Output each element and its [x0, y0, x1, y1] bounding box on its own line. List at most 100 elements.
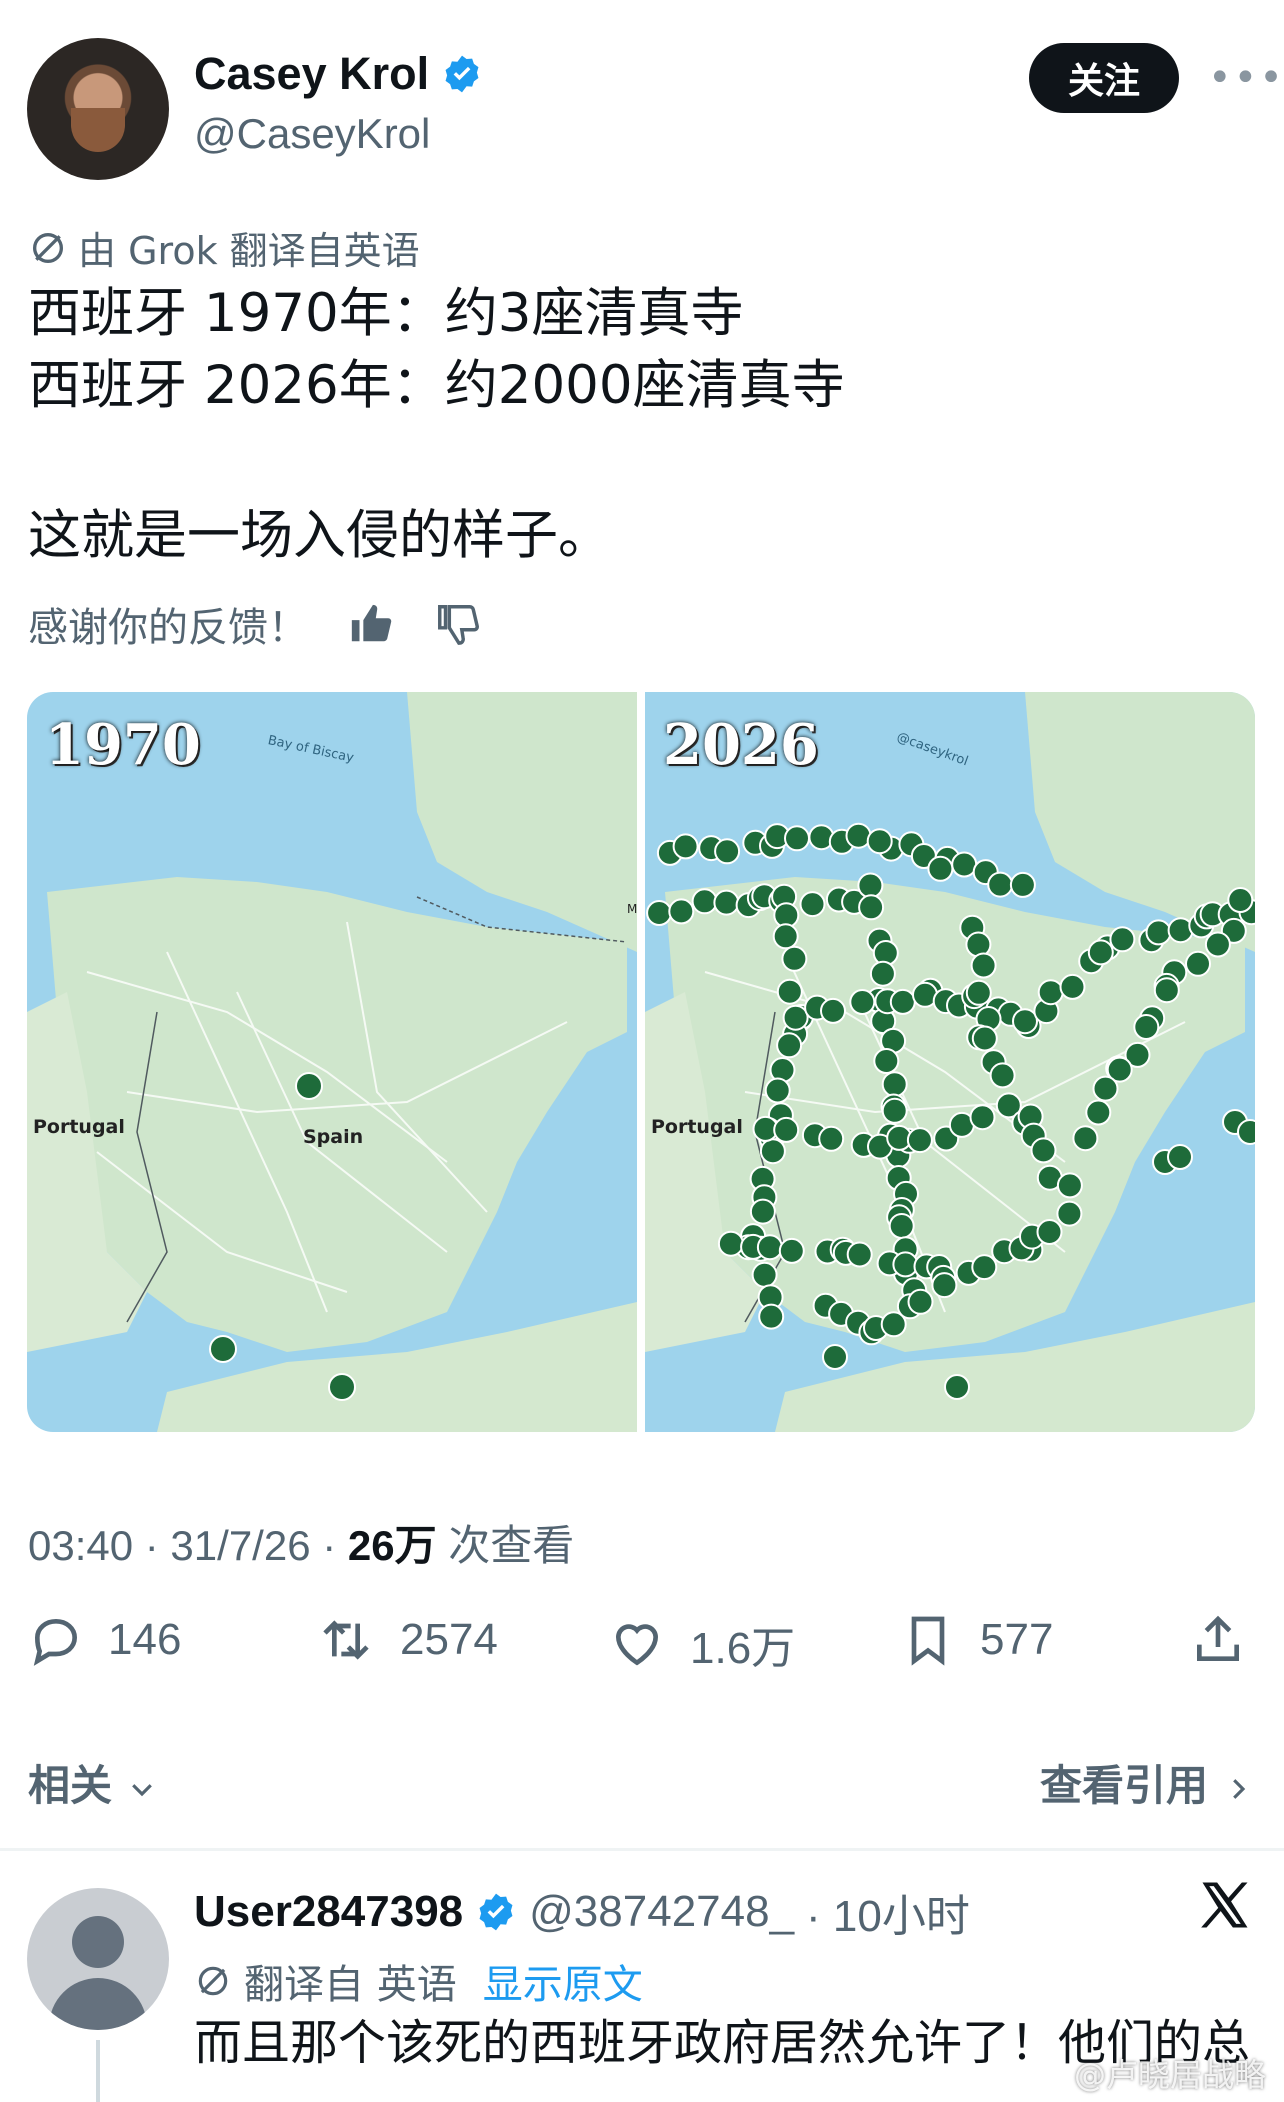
action-bar: 146 2574 1.6万 577 — [28, 1612, 1258, 1692]
mosque-marker — [849, 989, 876, 1015]
repost-icon — [323, 1620, 369, 1660]
mosque-marker — [1030, 1137, 1057, 1164]
mosque-marker — [1153, 977, 1180, 1004]
repost-action[interactable]: 2574 — [316, 1612, 498, 1668]
reply-author-name[interactable]: User2847398 — [194, 1887, 463, 1937]
mosque-marker — [1087, 939, 1114, 966]
reply-header: User2847398 @38742748_ · 10小时 — [194, 1880, 970, 1944]
mosque-marker — [1133, 1014, 1160, 1040]
like-count: 1.6万 — [690, 1624, 796, 1673]
mosque-marker — [846, 1241, 873, 1268]
mosque-marker — [1085, 1099, 1112, 1126]
mosque-marker — [1237, 1119, 1255, 1145]
quotes-label: 查看引用 — [1040, 1761, 1209, 1810]
weibo-logo-icon — [1032, 2066, 1061, 2086]
share-icon — [1197, 1615, 1239, 1661]
mosque-marker — [822, 1344, 848, 1370]
author-handle[interactable]: @CaseyKrol — [194, 110, 430, 158]
mosque-marker — [209, 1335, 237, 1363]
thread-line — [96, 2040, 100, 2102]
mosque-marker — [1185, 950, 1211, 977]
mosque-marker — [845, 822, 872, 849]
mosque-marker — [764, 1077, 791, 1104]
mosque-marker — [965, 979, 992, 1006]
view-quotes-link[interactable]: 查看引用 — [1040, 1752, 1253, 1813]
mosque-marker — [781, 945, 808, 972]
mosque-marker — [713, 889, 740, 916]
mosque-markers-2026 — [646, 822, 1255, 1400]
mosque-marker — [927, 855, 954, 882]
map-1970: 1970 Bay of Biscay Portugal Spain M — [27, 692, 637, 1432]
like-action[interactable]: 1.6万 — [608, 1612, 795, 1676]
mosque-marker — [858, 894, 885, 921]
mosque-marker — [881, 1071, 908, 1098]
translation-note: 由 Grok 翻译自英语 — [28, 220, 420, 275]
more-options-icon[interactable]: ••• — [1208, 55, 1284, 101]
mosque-marker — [1109, 926, 1136, 953]
reply-translation-note: 翻译自 英语 — [244, 1962, 457, 2008]
mosque-marker — [691, 888, 718, 915]
mosque-marker — [1204, 931, 1231, 958]
mosque-marker — [1072, 1125, 1099, 1152]
reply-avatar[interactable] — [27, 1888, 169, 2030]
mosque-marker — [987, 871, 1014, 898]
watermark-text: @卢晓居战略 — [1074, 2056, 1267, 2094]
feedback-text: 感谢你的反馈！ — [28, 605, 308, 651]
map-2026: 2026 @caseykrol Portugal M — [645, 692, 1255, 1432]
mosque-marker — [1056, 1172, 1083, 1199]
mosque-marker — [717, 1230, 744, 1257]
bookmark-action[interactable]: 577 — [900, 1612, 1053, 1668]
reply-count: 146 — [108, 1615, 182, 1664]
author-name[interactable]: Casey Krol — [194, 48, 429, 100]
mosque-marker — [818, 1125, 845, 1152]
translate-icon — [33, 232, 63, 263]
mosque-marker — [889, 988, 916, 1015]
translation-note-text: 由 Grok 翻译自英语 — [78, 229, 420, 273]
reply-icon — [33, 1618, 78, 1666]
author-avatar[interactable] — [27, 38, 169, 180]
mosque-marker — [1167, 1144, 1193, 1170]
mosque-marker — [869, 960, 896, 987]
mosque-marker — [749, 1198, 776, 1225]
mosque-marker — [820, 997, 846, 1024]
mosque-marker — [971, 1025, 998, 1052]
mosque-marker — [969, 1104, 996, 1131]
mosque-marker — [759, 1138, 786, 1165]
views-count: 26万 — [347, 1522, 437, 1569]
mosque-marker — [776, 1032, 803, 1059]
related-label: 相关 — [28, 1761, 113, 1810]
share-action[interactable] — [1190, 1612, 1246, 1668]
translate-icon — [198, 1966, 228, 1996]
mosque-marker — [970, 952, 997, 979]
mosque-marker — [1036, 1219, 1063, 1245]
mosque-marker — [881, 1097, 908, 1124]
media-image[interactable]: 1970 Bay of Biscay Portugal Spain M 2026… — [27, 692, 1255, 1432]
mosque-marker — [1056, 1200, 1083, 1227]
reply-translation-row: 翻译自 英语 显示原文 — [194, 1952, 643, 2010]
timestamp[interactable]: 03:40 · 31/7/26 · — [28, 1522, 348, 1569]
follow-button[interactable]: 关注 — [1029, 43, 1179, 113]
verified-badge-icon — [479, 1893, 513, 1931]
mosque-marker — [751, 1261, 778, 1288]
mosque-marker — [756, 1234, 783, 1261]
thumbs-down-icon[interactable] — [434, 601, 480, 647]
mosque-marker — [1009, 871, 1036, 898]
mosque-marker — [857, 872, 884, 899]
feedback-row: 感谢你的反馈！ — [28, 595, 480, 653]
mosque-marker — [866, 828, 893, 855]
author-name-row[interactable]: Casey Krol — [194, 48, 483, 100]
related-dropdown[interactable]: 相关 — [28, 1752, 157, 1813]
mosque-marker — [799, 891, 826, 918]
thumbs-up-icon[interactable] — [348, 601, 394, 647]
mosque-marker — [295, 1072, 323, 1100]
show-original-link[interactable]: 显示原文 — [483, 1952, 643, 2010]
mosque-marker — [873, 1048, 900, 1074]
reply-action[interactable]: 146 — [28, 1612, 181, 1668]
mosque-markers-1970 — [209, 1072, 356, 1401]
mosque-marker — [773, 1116, 800, 1143]
mosque-marker — [971, 1254, 998, 1281]
reply-author-handle[interactable]: @38742748_ — [529, 1887, 794, 1937]
mosque-marker — [944, 1374, 970, 1400]
mosque-marker — [328, 1373, 356, 1401]
mosque-marker — [668, 898, 695, 925]
